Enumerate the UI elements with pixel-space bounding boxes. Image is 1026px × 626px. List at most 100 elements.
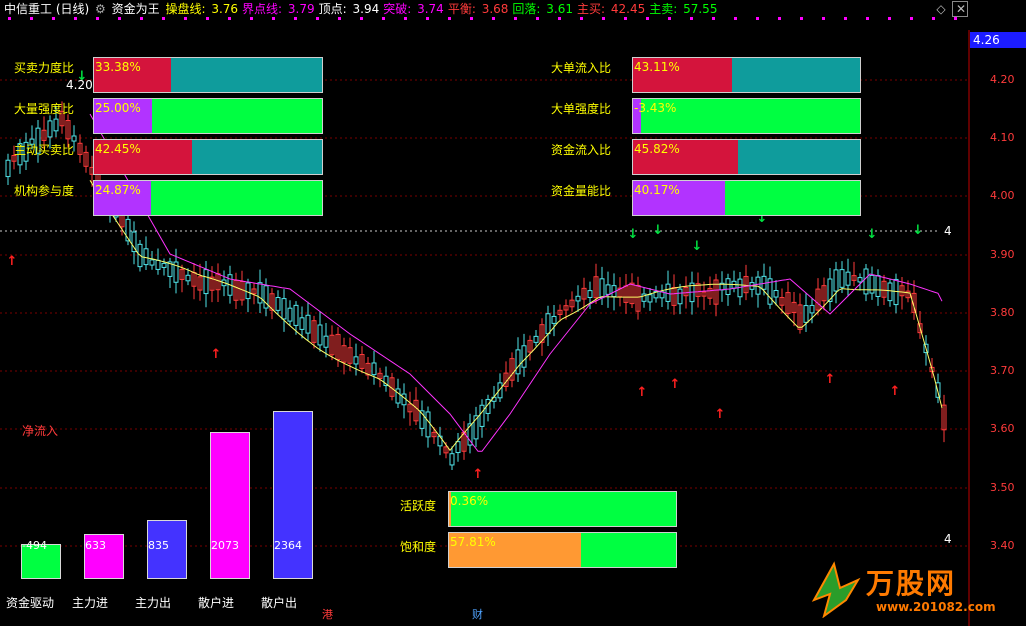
- bottom-panel-1-bar: 57.81%: [448, 532, 677, 568]
- candle-body: [887, 282, 893, 302]
- dot-marker: [118, 17, 121, 20]
- dot-marker: [162, 17, 165, 20]
- dot-marker: [844, 17, 847, 20]
- flow-bar-value-2: 835: [148, 539, 169, 552]
- dot-marker: [316, 17, 319, 20]
- left-panel-2-value: 42.45%: [95, 142, 141, 156]
- candle-body: [869, 274, 875, 294]
- left-panel-3-label: 机构参与度: [14, 184, 75, 198]
- buy-arrow-icon: ↑: [473, 467, 484, 482]
- signal-arrows: ↑↑↑↑↑↑↑↑↓↓↓↓↓↓↓3.41: [7, 69, 924, 515]
- dot-marker: [558, 17, 561, 20]
- left-panel-0-value: 33.38%: [95, 60, 141, 74]
- brand-name: 万股网: [866, 567, 957, 600]
- ma-yellow-line: [89, 180, 943, 452]
- candle-body: [521, 345, 527, 368]
- buy-arrow-icon: ↑: [825, 372, 836, 387]
- candle-body: [395, 388, 401, 404]
- bottom-marker-hk[interactable]: 港: [322, 606, 333, 622]
- price-tick: 3.60: [990, 422, 1015, 435]
- candle-body: [587, 290, 593, 298]
- sell-arrow-icon: ↓: [867, 227, 878, 242]
- dot-marker: [228, 17, 231, 20]
- dot-marker: [514, 17, 517, 20]
- dot-marker: [184, 17, 187, 20]
- right-panel-2-value: 45.82%: [634, 142, 680, 156]
- left-panel-1-value: 25.00%: [95, 101, 141, 115]
- current-price: 4.26: [973, 33, 1000, 47]
- bottom-panel-0-bar: 0.36%: [448, 491, 677, 527]
- buy-arrow-icon: ↑: [7, 254, 18, 269]
- sell-arrow-icon: ↓: [692, 239, 703, 254]
- dot-marker: [646, 17, 649, 20]
- dot-marker: [404, 17, 407, 20]
- candle-body: [425, 411, 431, 438]
- buy-arrow-icon: ↑: [670, 377, 681, 392]
- flow-bar-value-4: 2364: [274, 539, 302, 552]
- dot-marker: [52, 17, 55, 20]
- flow-bar-label-0: 资金驱动: [6, 596, 55, 610]
- candle-body: [257, 282, 263, 304]
- right-panel-1-value: -3.43%: [634, 101, 677, 115]
- dot-marker: [602, 17, 605, 20]
- logo-icon: [811, 561, 861, 618]
- right-panel-0-bar: 43.11%: [632, 57, 861, 93]
- candle-body: [149, 259, 155, 266]
- candle-body: [299, 317, 305, 330]
- sell-arrow-icon: ↓: [653, 223, 664, 238]
- dot-markers: [8, 17, 957, 20]
- left-panel-1-bar: 25.00%: [93, 98, 323, 134]
- candle-body: [647, 294, 653, 303]
- dot-marker: [470, 17, 473, 20]
- dot-marker: [822, 17, 825, 20]
- sell-arrow-icon: ↓: [913, 223, 924, 238]
- flow-bar-label-1: 主力进: [72, 596, 109, 610]
- dot-marker: [888, 17, 891, 20]
- dot-marker: [932, 17, 935, 20]
- dot-marker: [580, 17, 583, 20]
- dot-marker: [536, 17, 539, 20]
- buy-arrow-icon: ↑: [211, 347, 222, 362]
- candle-body: [803, 305, 809, 323]
- price-tick: 4.10: [990, 131, 1015, 144]
- price-tick: 3.80: [990, 306, 1015, 319]
- flow-bar-label-4: 散户出: [261, 596, 298, 610]
- flow-bar-value-0: -494: [22, 539, 47, 552]
- dot-marker: [778, 17, 781, 20]
- buy-arrow-icon: ↑: [637, 385, 648, 400]
- dot-marker: [690, 17, 693, 20]
- candle-body: [143, 248, 149, 266]
- candle-body: [323, 335, 329, 348]
- price-tick: 3.50: [990, 481, 1015, 494]
- candle-body: [845, 271, 851, 286]
- price-tick: 3.90: [990, 248, 1015, 261]
- peak-price-label: 4.20: [66, 78, 93, 92]
- price-tick: 3.40: [990, 539, 1015, 552]
- dot-marker: [910, 17, 913, 20]
- candle-body: [449, 453, 455, 466]
- candle-body: [545, 313, 551, 335]
- dot-marker: [492, 17, 495, 20]
- dot-marker: [712, 17, 715, 20]
- dot-marker: [140, 17, 143, 20]
- candle-body: [371, 362, 377, 376]
- candle-body: [479, 404, 485, 427]
- candle-body: [53, 118, 59, 132]
- candle-body: [155, 259, 161, 270]
- bottom-panel-1-label: 饱和度: [400, 540, 437, 554]
- left-panel-3-bar: 24.87%: [93, 180, 323, 216]
- brand-logo: 万股网 www.201082.com: [806, 560, 996, 620]
- candle-body: [437, 435, 443, 447]
- candle-body: [833, 269, 839, 292]
- bottom-panel-0-label: 活跃度: [400, 499, 437, 513]
- candle-body: [839, 269, 845, 288]
- right-panel-3-label: 资金量能比: [551, 184, 612, 198]
- candle-body: [455, 441, 461, 454]
- dot-marker: [382, 17, 385, 20]
- right-panel-1-bar: -3.43%: [632, 98, 861, 134]
- net-inflow-label: 净流入: [22, 424, 59, 438]
- bottom-marker-fin[interactable]: 财: [472, 606, 483, 622]
- candle-body: [281, 298, 287, 320]
- sell-arrow-icon: ↓: [628, 227, 639, 242]
- candle-body: [185, 274, 191, 282]
